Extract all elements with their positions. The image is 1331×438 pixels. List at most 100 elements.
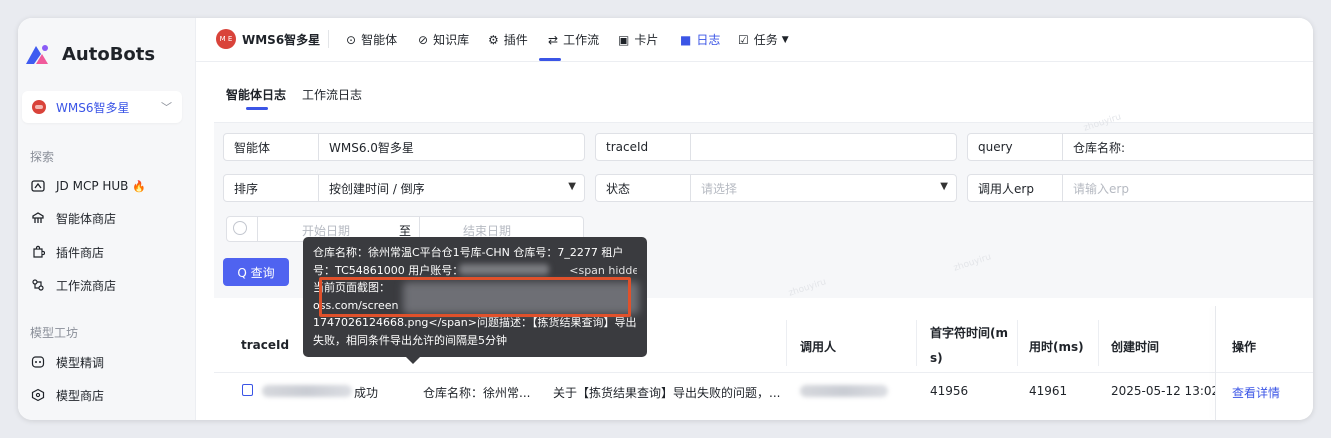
sidebar-item-label: 插件商店 bbox=[56, 245, 105, 260]
tab-label: 日志 bbox=[696, 33, 721, 47]
caller-filter[interactable]: 调用人erp 请输入erp bbox=[967, 174, 1313, 202]
caret-down-icon: ▼ bbox=[940, 181, 948, 192]
tooltip: 仓库名称：徐州常温C平台仓1号库-CHN 仓库号：7_2277 租户 号：TC5… bbox=[303, 237, 647, 357]
sidebar-item-label: JD MCP HUB bbox=[56, 179, 129, 193]
top-navigation: M E WMS6智多星 ⊙ 智能体 ⊘ 知识库 ⚙ 插件 ⇄ 工作流 ▣ 卡片 ■ 日志 ☑… bbox=[196, 18, 1313, 62]
active-subtab-indicator bbox=[246, 107, 268, 110]
column-header-caller: 调用人 bbox=[800, 340, 837, 354]
tooltip-line-fragment: <span hidden> bbox=[569, 263, 637, 277]
subtab-workflow-log[interactable]: 工作流日志 bbox=[302, 86, 362, 103]
sort-value: 按创建时间 / 倒序 bbox=[329, 181, 425, 196]
input-cell: 仓库名称：徐州常... bbox=[423, 386, 531, 400]
query-input[interactable]: 仓库名称: bbox=[1063, 139, 1313, 156]
caller-label: 调用人erp bbox=[968, 175, 1063, 201]
clock-icon bbox=[233, 221, 247, 235]
tab-label: 卡片 bbox=[634, 33, 659, 47]
agent-filter-value: WMS6.0智多星 bbox=[329, 140, 414, 155]
agent-avatar bbox=[32, 100, 46, 114]
brand-name: WMS6智多星 bbox=[242, 33, 321, 47]
brand-avatar: M E bbox=[216, 29, 236, 49]
card-icon: ▣ bbox=[618, 32, 630, 47]
model-store-icon bbox=[30, 387, 46, 403]
status-placeholder: 请选择 bbox=[701, 181, 738, 196]
workflow-icon: ⇄ bbox=[548, 32, 559, 47]
view-details-link[interactable]: 查看详情 bbox=[1232, 384, 1280, 401]
column-header-created: 创建时间 bbox=[1111, 340, 1160, 354]
redacted-account bbox=[459, 264, 549, 275]
agent-icon: ⊙ bbox=[346, 32, 357, 47]
tab-log[interactable]: ■ 日志 bbox=[680, 31, 720, 48]
traceid-filter[interactable]: traceId bbox=[595, 133, 957, 161]
caret-down-icon: ▼ bbox=[781, 34, 789, 45]
divider bbox=[214, 372, 1313, 373]
sidebar-item-model-tune[interactable]: 模型精调 bbox=[30, 352, 104, 372]
sort-label: 排序 bbox=[224, 175, 319, 201]
agent-selector-label: WMS6智多星 bbox=[56, 100, 130, 115]
column-header-actions: 操作 bbox=[1232, 340, 1257, 354]
tab-card[interactable]: ▣ 卡片 bbox=[618, 31, 658, 48]
sidebar-item-workflow-store[interactable]: 工作流商店 bbox=[30, 275, 116, 295]
first-token-cell: 41956 bbox=[930, 384, 969, 398]
section-title-explore: 探索 bbox=[30, 150, 55, 164]
agent-filter[interactable]: 智能体 WMS6.0智多星 bbox=[223, 133, 585, 161]
tooltip-line-text: 号：TC54861000 用户账号： bbox=[313, 263, 464, 277]
sidebar-item-agent-store[interactable]: 智能体商店 bbox=[30, 208, 116, 228]
tab-label: 知识库 bbox=[433, 33, 470, 47]
query-button[interactable]: Q 查询 bbox=[223, 258, 289, 286]
tab-agent[interactable]: ⊙ 智能体 bbox=[346, 31, 397, 48]
log-icon: ■ bbox=[680, 32, 692, 47]
sidebar-item-label: 智能体商店 bbox=[56, 211, 117, 226]
copy-icon[interactable] bbox=[242, 384, 253, 396]
highlight-box bbox=[319, 277, 631, 317]
tab-label: 插件 bbox=[503, 33, 528, 47]
tooltip-line: 仓库名称：徐州常温C平台仓1号库-CHN 仓库号：7_2277 租户 bbox=[313, 246, 624, 259]
tooltip-arrow bbox=[406, 357, 420, 364]
column-header-duration: 用时(ms) bbox=[1029, 340, 1084, 354]
tab-label: 智能体 bbox=[361, 33, 398, 47]
tab-label: 任务 bbox=[753, 33, 778, 47]
column-header-traceid: traceId bbox=[241, 338, 290, 352]
created-cell: 2025-05-12 13:02:1 bbox=[1111, 384, 1215, 398]
redacted-traceid bbox=[262, 385, 352, 397]
tab-knowledge[interactable]: ⊘ 知识库 bbox=[418, 31, 469, 48]
sidebar-item-plugin-store[interactable]: 插件商店 bbox=[30, 242, 104, 262]
status-select[interactable]: 状态 请选择 ▼ bbox=[595, 174, 957, 202]
sidebar-item-label: 工作流商店 bbox=[56, 278, 117, 293]
fire-icon: 🔥 bbox=[132, 179, 147, 193]
divider bbox=[257, 217, 258, 241]
tab-task[interactable]: ☑ 任务 ▼ bbox=[738, 31, 789, 48]
subtab-agent-log[interactable]: 智能体日志 bbox=[226, 86, 286, 103]
column-header-first-token-line2: s) bbox=[930, 351, 943, 365]
caret-down-icon: ▼ bbox=[568, 181, 576, 192]
app-name: AutoBots bbox=[62, 44, 156, 65]
workflow-icon bbox=[30, 277, 46, 293]
sidebar-item-model-store[interactable]: 模型商店 bbox=[30, 385, 104, 405]
status-label: 状态 bbox=[596, 175, 691, 201]
sidebar: AutoBots WMS6智多星 ﹀ 探索 JD MCP HUB 🔥 智能体商店… bbox=[18, 18, 196, 420]
column-header-first-token-line1: 首字符时间(m bbox=[930, 326, 1008, 340]
output-cell: 关于【拣货结果查询】导出失败的问题，... bbox=[553, 386, 781, 400]
mcp-icon bbox=[30, 178, 46, 194]
chevron-down-icon: ﹀ bbox=[161, 101, 172, 114]
sidebar-item-mcp-hub[interactable]: JD MCP HUB 🔥 bbox=[30, 176, 146, 196]
tab-workflow[interactable]: ⇄ 工作流 bbox=[548, 31, 599, 48]
divider bbox=[786, 320, 787, 366]
divider bbox=[328, 30, 329, 48]
sort-select[interactable]: 排序 按创建时间 / 倒序 ▼ bbox=[223, 174, 585, 202]
tab-label: 工作流 bbox=[563, 33, 600, 47]
sticky-column-edge bbox=[1215, 306, 1216, 420]
query-filter[interactable]: query 仓库名称: bbox=[967, 133, 1313, 161]
plugin-icon: ⚙ bbox=[488, 32, 499, 47]
duration-cell: 41961 bbox=[1029, 384, 1068, 398]
traceid-filter-label: traceId bbox=[596, 134, 691, 160]
redacted-caller bbox=[800, 385, 888, 397]
divider bbox=[916, 320, 917, 366]
tooltip-line: 失败，相同条件导出允许的间隔是5分钟 bbox=[313, 333, 507, 347]
active-tab-indicator bbox=[539, 58, 561, 61]
divider bbox=[1098, 320, 1099, 366]
model-tune-icon bbox=[30, 354, 46, 370]
agent-selector[interactable]: WMS6智多星 ﹀ bbox=[22, 91, 182, 123]
caller-input[interactable]: 请输入erp bbox=[1063, 180, 1313, 197]
tab-plugin[interactable]: ⚙ 插件 bbox=[488, 31, 528, 48]
sidebar-item-label: 模型商店 bbox=[56, 388, 105, 403]
